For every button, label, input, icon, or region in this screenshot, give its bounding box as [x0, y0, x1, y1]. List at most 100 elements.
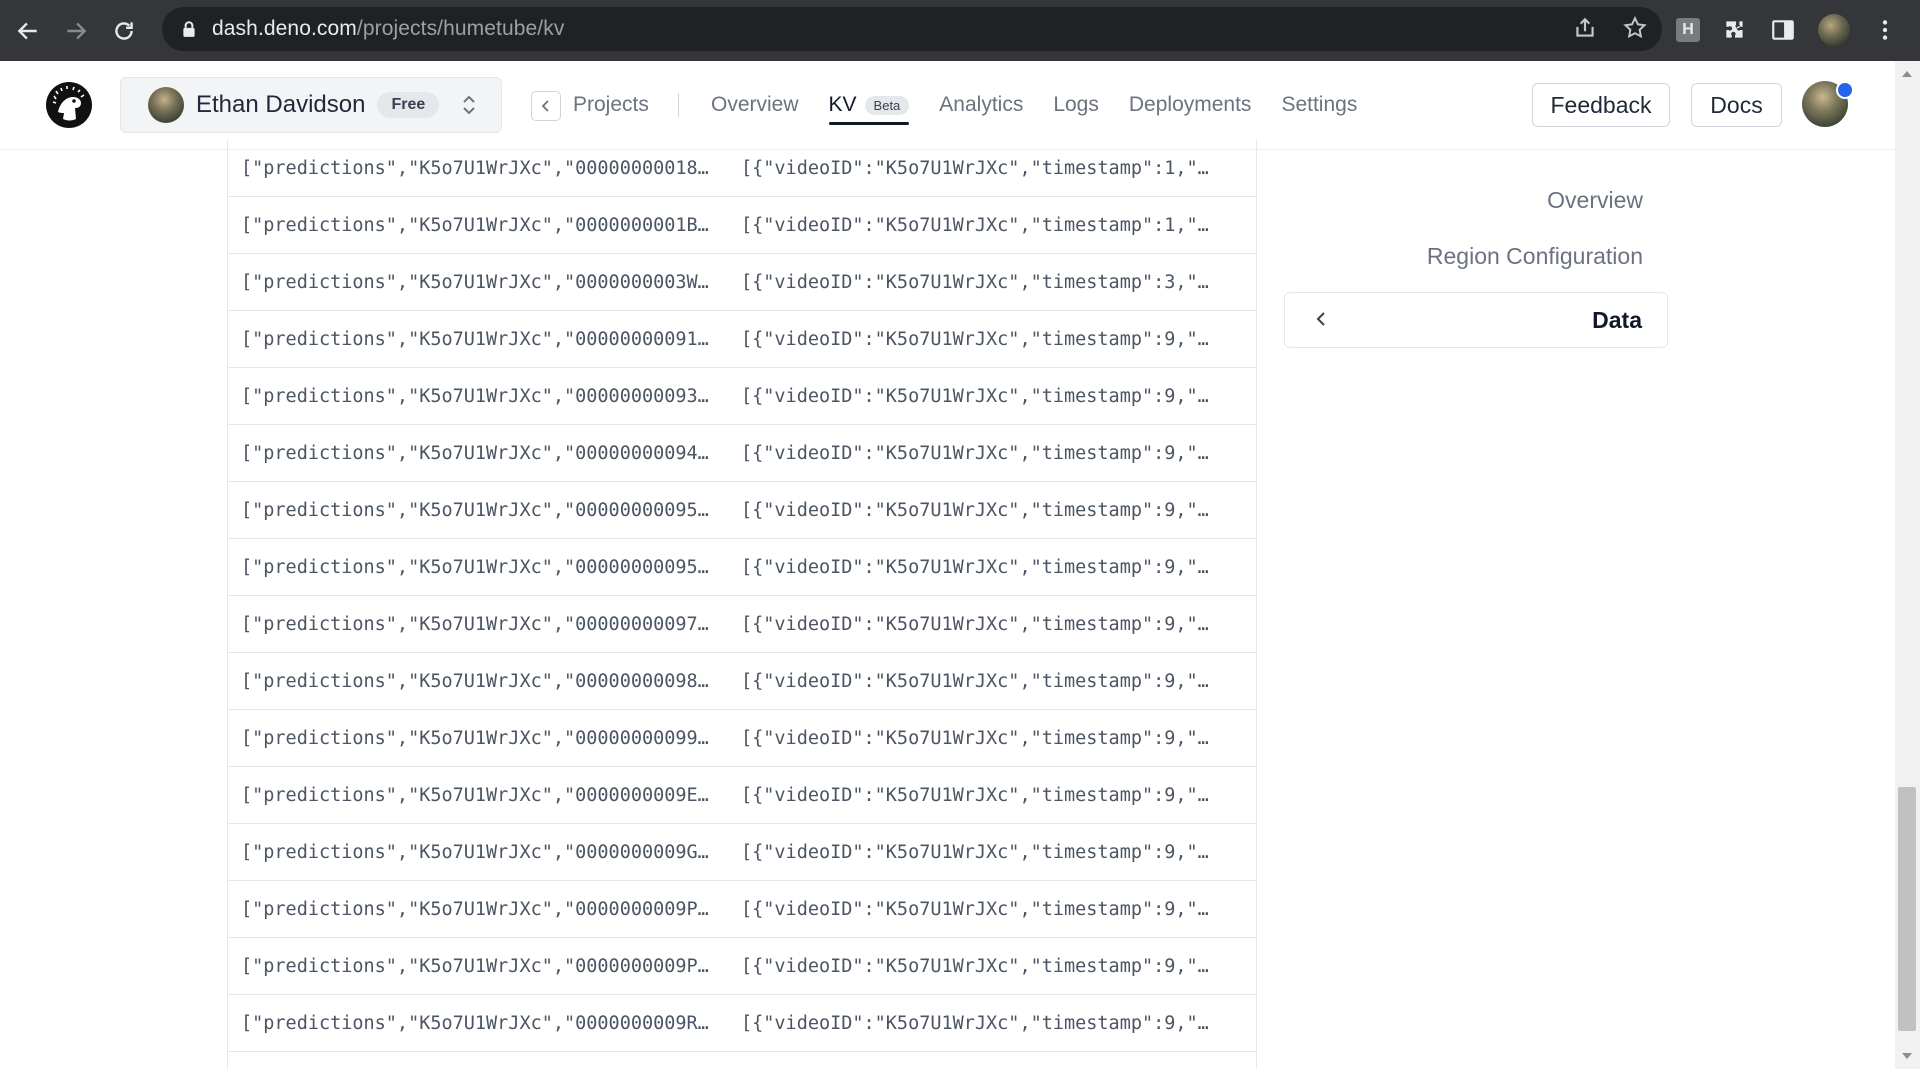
tab-deployments[interactable]: Deployments — [1129, 93, 1252, 117]
org-switcher[interactable]: Ethan Davidson Free — [120, 77, 502, 133]
docs-button[interactable]: Docs — [1691, 83, 1782, 127]
org-name: Ethan Davidson — [196, 91, 366, 118]
row-value: [{"videoID":"K5o7U1WrJXc","timestamp":9,… — [741, 499, 1209, 521]
projects-link[interactable]: Projects — [573, 93, 649, 117]
row-key: ["predictions","K5o7U1WrJXc","0000000009… — [241, 727, 709, 749]
tab-kv-label: KV — [828, 93, 857, 116]
row-key: ["predictions","K5o7U1WrJXc","0000000003… — [241, 271, 709, 293]
nav-divider — [678, 93, 679, 117]
deno-dino-icon — [47, 83, 91, 127]
url-text: dash.deno.com/projects/humetube/kv — [212, 17, 565, 40]
share-icon[interactable] — [1572, 15, 1598, 41]
address-bar[interactable]: dash.deno.com/projects/humetube/kv — [162, 7, 1662, 51]
tab-kv[interactable]: KV Beta — [828, 93, 910, 125]
back-button[interactable] — [8, 11, 48, 51]
row-key: ["predictions","K5o7U1WrJXc","0000000009… — [241, 841, 709, 863]
row-key: ["predictions","K5o7U1WrJXc","0000000009… — [241, 556, 709, 578]
table-row[interactable]: ["predictions","K5o7U1WrJXc","0000000009… — [228, 881, 1256, 938]
arrow-right-icon — [67, 22, 87, 39]
table-row[interactable]: ["predictions","K5o7U1WrJXc","0000000009… — [228, 539, 1256, 596]
row-key: ["predictions","K5o7U1WrJXc","0000000009… — [241, 613, 709, 635]
row-value: [{"videoID":"K5o7U1WrJXc","timestamp":9,… — [741, 898, 1209, 920]
row-value: [{"videoID":"K5o7U1WrJXc","timestamp":3,… — [741, 271, 1209, 293]
tab-analytics[interactable]: Analytics — [939, 93, 1023, 117]
table-row[interactable] — [228, 1052, 1256, 1069]
chevron-left-icon — [1316, 312, 1325, 326]
table-row[interactable]: ["predictions","K5o7U1WrJXc","0000000003… — [228, 254, 1256, 311]
profile-avatar[interactable] — [1818, 14, 1850, 46]
table-row[interactable]: ["predictions","K5o7U1WrJXc","0000000001… — [228, 197, 1256, 254]
row-value: [{"videoID":"K5o7U1WrJXc","timestamp":9,… — [741, 841, 1209, 863]
extension-h-button[interactable]: H — [1676, 18, 1700, 42]
row-value: [{"videoID":"K5o7U1WrJXc","timestamp":9,… — [741, 670, 1209, 692]
arrow-left-icon — [17, 22, 37, 39]
row-value: [{"videoID":"K5o7U1WrJXc","timestamp":9,… — [741, 385, 1209, 407]
side-nav-data-label: Data — [1592, 306, 1642, 333]
app-header: Ethan Davidson Free Projects Overview KV… — [0, 61, 1895, 150]
row-key: ["predictions","K5o7U1WrJXc","0000000009… — [241, 1012, 709, 1034]
row-key: ["predictions","K5o7U1WrJXc","0000000009… — [241, 385, 709, 407]
beta-badge: Beta — [864, 95, 910, 115]
deno-logo[interactable] — [46, 82, 92, 128]
side-panel-icon[interactable] — [1770, 17, 1796, 43]
table-row[interactable]: ["predictions","K5o7U1WrJXc","0000000009… — [228, 653, 1256, 710]
side-nav-region-configuration[interactable]: Region Configuration — [1284, 236, 1668, 292]
browser-toolbar: dash.deno.com/projects/humetube/kv H — [0, 0, 1920, 61]
row-value: [{"videoID":"K5o7U1WrJXc","timestamp":1,… — [741, 157, 1209, 179]
table-row[interactable]: ["predictions","K5o7U1WrJXc","0000000009… — [228, 311, 1256, 368]
notification-dot — [1836, 81, 1854, 99]
table-row[interactable]: ["predictions","K5o7U1WrJXc","0000000009… — [228, 938, 1256, 995]
table-row[interactable]: ["predictions","K5o7U1WrJXc","0000000009… — [228, 710, 1256, 767]
tab-logs[interactable]: Logs — [1053, 93, 1099, 117]
kv-side-nav: Overview Region Configuration Data — [1284, 180, 1668, 348]
forward-button[interactable] — [56, 11, 96, 51]
tab-overview[interactable]: Overview — [711, 93, 799, 117]
row-value: [{"videoID":"K5o7U1WrJXc","timestamp":9,… — [741, 442, 1209, 464]
reload-button[interactable] — [104, 11, 144, 51]
row-value: [{"videoID":"K5o7U1WrJXc","timestamp":9,… — [741, 727, 1209, 749]
reload-icon — [115, 21, 133, 40]
table-row[interactable]: ["predictions","K5o7U1WrJXc","0000000009… — [228, 767, 1256, 824]
row-key: ["predictions","K5o7U1WrJXc","0000000001… — [241, 157, 709, 179]
chevron-left-icon — [541, 100, 549, 112]
kebab-menu-icon[interactable] — [1872, 17, 1898, 43]
row-key: ["predictions","K5o7U1WrJXc","0000000009… — [241, 670, 709, 692]
page-scrollbar[interactable] — [1895, 61, 1920, 1069]
table-row[interactable]: ["predictions","K5o7U1WrJXc","0000000009… — [228, 596, 1256, 653]
row-value: [{"videoID":"K5o7U1WrJXc","timestamp":1,… — [741, 214, 1209, 236]
table-row[interactable]: ["predictions","K5o7U1WrJXc","0000000009… — [228, 482, 1256, 539]
puzzle-extensions-icon[interactable] — [1722, 17, 1748, 43]
project-tabs: Overview KV Beta Analytics Logs Deploymen… — [711, 93, 1357, 125]
row-value: [{"videoID":"K5o7U1WrJXc","timestamp":9,… — [741, 1012, 1209, 1034]
table-row[interactable]: ["predictions","K5o7U1WrJXc","0000000009… — [228, 824, 1256, 881]
scrollbar-thumb[interactable] — [1898, 787, 1916, 1031]
row-key: ["predictions","K5o7U1WrJXc","0000000001… — [241, 214, 709, 236]
org-avatar — [148, 87, 184, 123]
row-key: ["predictions","K5o7U1WrJXc","0000000009… — [241, 499, 709, 521]
row-key: ["predictions","K5o7U1WrJXc","0000000009… — [241, 955, 709, 977]
plan-badge: Free — [377, 92, 440, 118]
tab-settings[interactable]: Settings — [1281, 93, 1357, 117]
feedback-button[interactable]: Feedback — [1532, 83, 1670, 127]
row-key: ["predictions","K5o7U1WrJXc","0000000009… — [241, 784, 709, 806]
row-value: [{"videoID":"K5o7U1WrJXc","timestamp":9,… — [741, 613, 1209, 635]
side-nav-overview[interactable]: Overview — [1284, 180, 1668, 236]
projects-back-button[interactable] — [531, 91, 561, 121]
row-value: [{"videoID":"K5o7U1WrJXc","timestamp":9,… — [741, 328, 1209, 350]
row-key: ["predictions","K5o7U1WrJXc","0000000009… — [241, 898, 709, 920]
table-row[interactable]: ["predictions","K5o7U1WrJXc","0000000009… — [228, 995, 1256, 1052]
table-row[interactable]: ["predictions","K5o7U1WrJXc","0000000009… — [228, 368, 1256, 425]
row-value: [{"videoID":"K5o7U1WrJXc","timestamp":9,… — [741, 556, 1209, 578]
table-row[interactable]: ["predictions","K5o7U1WrJXc","0000000009… — [228, 425, 1256, 482]
row-value: [{"videoID":"K5o7U1WrJXc","timestamp":9,… — [741, 784, 1209, 806]
kv-entries-table: ["predictions","K5o7U1WrJXc","0000000001… — [227, 140, 1257, 1069]
scroll-down-arrow-icon[interactable] — [1902, 1053, 1912, 1059]
side-nav-data[interactable]: Data — [1284, 292, 1668, 348]
lock-icon — [183, 21, 195, 37]
table-row[interactable]: ["predictions","K5o7U1WrJXc","0000000001… — [228, 140, 1256, 197]
bookmark-star-icon[interactable] — [1622, 15, 1648, 41]
chevron-up-down-icon — [463, 95, 475, 115]
row-value: [{"videoID":"K5o7U1WrJXc","timestamp":9,… — [741, 955, 1209, 977]
scroll-up-arrow-icon[interactable] — [1902, 71, 1912, 77]
row-key: ["predictions","K5o7U1WrJXc","0000000009… — [241, 442, 709, 464]
